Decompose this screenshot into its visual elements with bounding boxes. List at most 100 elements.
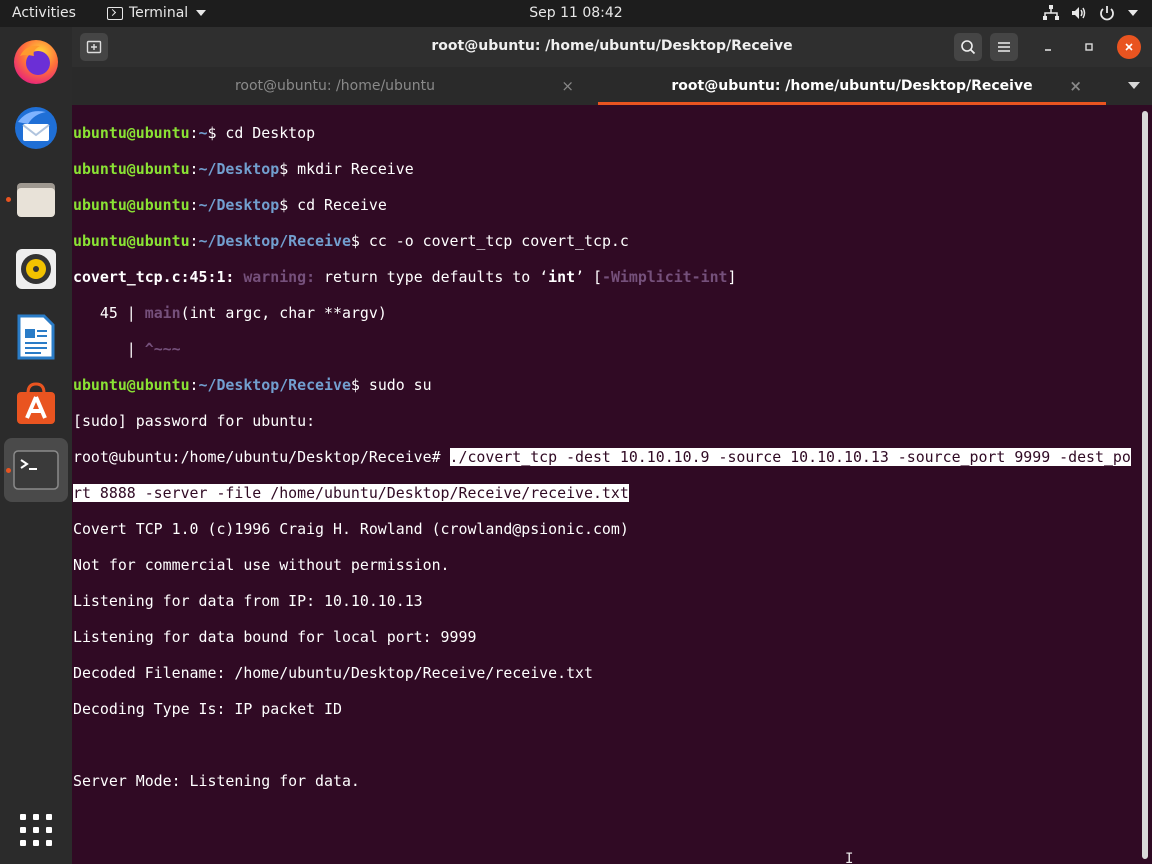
- warning-flag: -Wimplicit-int: [601, 268, 728, 286]
- running-indicator: [6, 468, 11, 473]
- firefox-icon: [14, 40, 58, 84]
- root-prompt: root@ubuntu:/home/ubuntu/Desktop/Receive…: [73, 448, 450, 466]
- warning-label: warning:: [243, 268, 316, 286]
- command-text: $ mkdir Receive: [279, 160, 414, 178]
- selected-command-text[interactable]: ./covert_tcp -dest 10.10.10.9 -source 10…: [449, 448, 1131, 466]
- search-button[interactable]: [954, 33, 982, 61]
- prompt-user-host: ubuntu@ubuntu: [73, 196, 190, 214]
- close-tab-icon[interactable]: ×: [561, 77, 574, 95]
- app-menu[interactable]: Terminal: [107, 5, 207, 21]
- volume-icon: [1072, 7, 1086, 19]
- warning-text: ]: [727, 268, 737, 286]
- terminal-window: root@ubuntu: /home/ubuntu/Desktop/Receiv…: [72, 27, 1152, 864]
- system-menu[interactable]: [1042, 4, 1138, 22]
- warning-text: ’ [: [575, 268, 602, 286]
- power-icon: [1100, 6, 1114, 21]
- dock-writer[interactable]: [4, 305, 68, 369]
- tab-label: root@ubuntu: /home/ubuntu: [234, 78, 436, 94]
- terminal-line: ubuntu@ubuntu:~/Desktop$ cd Receive: [73, 196, 387, 214]
- terminal-line: rt 8888 -server -file /home/ubuntu/Deskt…: [73, 484, 1138, 502]
- dock-rhythmbox[interactable]: [4, 237, 68, 301]
- maximize-button[interactable]: [1077, 35, 1101, 59]
- output-line: Decoding Type Is: IP packet ID: [73, 700, 342, 718]
- prompt-user-host: ubuntu@ubuntu: [73, 232, 190, 250]
- hamburger-icon: [998, 42, 1010, 52]
- scrollbar[interactable]: [1142, 111, 1148, 859]
- output-line: Covert TCP 1.0 (c)1996 Craig H. Rowland …: [73, 520, 629, 538]
- close-icon: [1125, 43, 1133, 51]
- command-text: $ cc -o covert_tcp covert_tcp.c: [350, 232, 629, 250]
- source-highlight: main: [144, 304, 181, 322]
- dock-files[interactable]: [4, 167, 68, 231]
- line-number: 45 |: [73, 304, 145, 322]
- terminal-line: ubuntu@ubuntu:~/Desktop/Receive$ cc -o c…: [73, 232, 629, 250]
- output-line: Not for commercial use without permissio…: [73, 556, 450, 574]
- clock[interactable]: Sep 11 08:42: [529, 5, 622, 21]
- tab-label: root@ubuntu: /home/ubuntu/Desktop/Receiv…: [671, 78, 1033, 94]
- files-icon: [17, 183, 55, 217]
- gutter: |: [73, 340, 145, 358]
- terminal-output[interactable]: ubuntu@ubuntu:~$ cd Desktop ubuntu@ubunt…: [73, 106, 1138, 861]
- output-line: Listening for data from IP: 10.10.10.13: [73, 592, 423, 610]
- activities-button[interactable]: Activities: [12, 5, 76, 21]
- terminal-line: ubuntu@ubuntu:~/Desktop$ mkdir Receive: [73, 160, 414, 178]
- tab-list-dropdown-icon[interactable]: [1128, 82, 1140, 89]
- dock-terminal[interactable]: [4, 438, 68, 502]
- terminal-icon: [13, 450, 59, 490]
- tab-bar: root@ubuntu: /home/ubuntu × root@ubuntu:…: [72, 67, 1152, 105]
- close-button[interactable]: [1117, 35, 1141, 59]
- terminal-line: ubuntu@ubuntu:~$ cd Desktop: [73, 124, 316, 142]
- command-text: $ cd Receive: [279, 196, 387, 214]
- compiler-warning-line: covert_tcp.c:45:1: warning: return type …: [73, 268, 1138, 286]
- warning-type: int: [548, 268, 576, 286]
- dock-thunderbird[interactable]: [4, 96, 68, 160]
- prompt-user-host: ubuntu@ubuntu: [73, 124, 190, 142]
- text-cursor-icon: I: [845, 851, 854, 864]
- prompt-path: ~/Desktop: [198, 160, 280, 178]
- command-text: $ cd Desktop: [207, 124, 316, 142]
- warning-location: covert_tcp.c:45:1:: [73, 268, 235, 286]
- prompt-path: ~/Desktop: [198, 196, 280, 214]
- chevron-down-icon: [196, 10, 207, 16]
- terminal-line: root@ubuntu:/home/ubuntu/Desktop/Receive…: [73, 448, 1138, 466]
- top-bar: Activities Terminal Sep 11 08:42: [0, 0, 1152, 27]
- terminal-line: [sudo] password for ubuntu:: [73, 412, 316, 430]
- prompt-user-host: ubuntu@ubuntu: [73, 376, 190, 394]
- menu-button[interactable]: [990, 33, 1018, 61]
- minimize-icon: [1045, 49, 1051, 51]
- output-line: Decoded Filename: /home/ubuntu/Desktop/R…: [73, 664, 593, 682]
- caret-marker: ^~~~: [144, 340, 181, 358]
- output-line: Server Mode: Listening for data.: [73, 772, 360, 790]
- maximize-icon: [1085, 43, 1093, 51]
- chevron-down-icon: [1128, 10, 1138, 16]
- tab-receive[interactable]: root@ubuntu: /home/ubuntu/Desktop/Receiv…: [598, 67, 1106, 105]
- minimize-button[interactable]: [1036, 35, 1060, 59]
- warning-text: return type defaults to ‘: [315, 268, 549, 286]
- source-text: (int argc, char **argv): [180, 304, 387, 322]
- terminal-small-icon: [107, 6, 123, 20]
- thunderbird-icon: [15, 107, 57, 149]
- ubuntu-software-icon: [17, 382, 55, 424]
- command-text: $ sudo su: [350, 376, 432, 394]
- rhythmbox-icon: [16, 249, 56, 289]
- selected-command-text[interactable]: rt 8888 -server -file /home/ubuntu/Deskt…: [73, 484, 629, 502]
- network-icon: [1043, 5, 1059, 20]
- running-indicator: [6, 197, 11, 202]
- tab-home[interactable]: root@ubuntu: /home/ubuntu ×: [72, 67, 598, 105]
- prompt-user-host: ubuntu@ubuntu: [73, 160, 190, 178]
- libreoffice-writer-icon: [17, 314, 55, 360]
- prompt-path: ~/Desktop/Receive: [198, 376, 351, 394]
- output-line: Listening for data bound for local port:…: [73, 628, 477, 646]
- dock: [0, 27, 72, 864]
- title-bar[interactable]: root@ubuntu: /home/ubuntu/Desktop/Receiv…: [72, 27, 1152, 67]
- show-applications-button[interactable]: [4, 798, 68, 862]
- dock-firefox[interactable]: [4, 30, 68, 94]
- search-icon: [961, 40, 976, 55]
- source-line: 45 | main(int argc, char **argv): [73, 304, 1138, 322]
- prompt-path: ~/Desktop/Receive: [198, 232, 351, 250]
- app-menu-label: Terminal: [129, 5, 189, 21]
- dock-ubuntu-software[interactable]: [4, 372, 68, 436]
- terminal-line: ubuntu@ubuntu:~/Desktop/Receive$ sudo su: [73, 376, 432, 394]
- close-tab-icon[interactable]: ×: [1069, 77, 1082, 95]
